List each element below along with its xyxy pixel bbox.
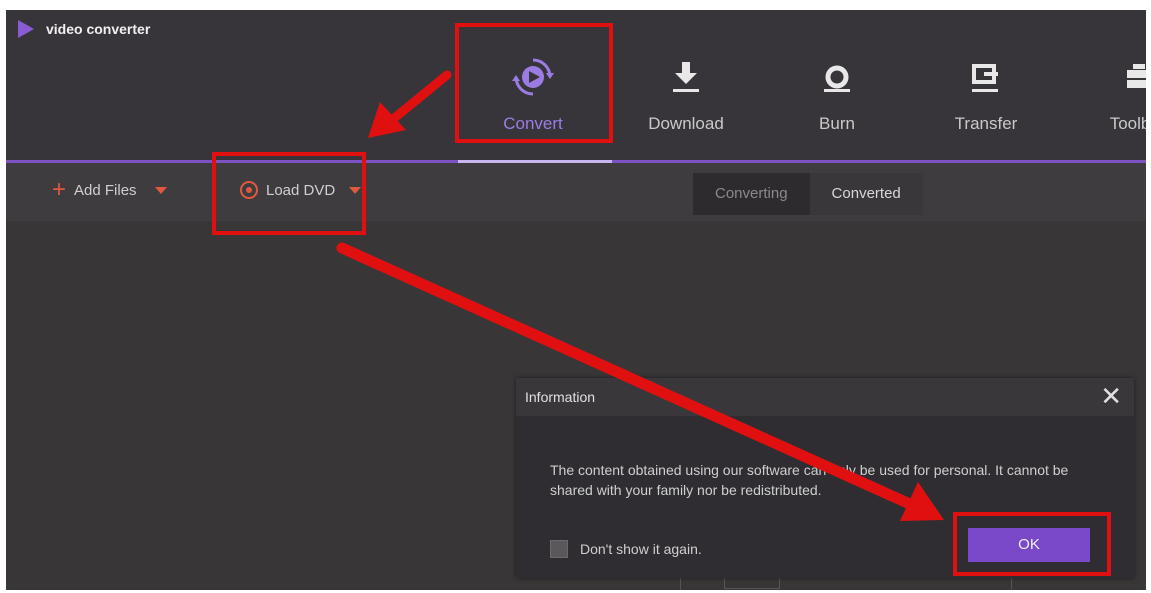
annotation-arrows — [336, 70, 944, 521]
arrow-to-ok-button — [336, 242, 918, 511]
arrow-to-load-dvd — [387, 70, 452, 125]
